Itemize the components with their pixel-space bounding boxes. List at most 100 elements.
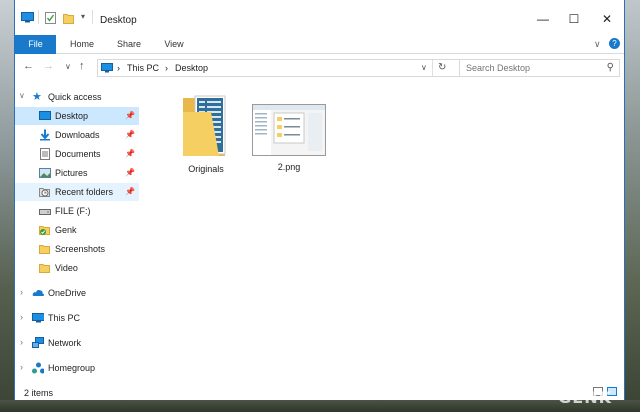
file-item-originals[interactable]: Originals <box>167 90 245 174</box>
separator <box>432 60 433 76</box>
tab-view[interactable]: View <box>156 35 192 54</box>
nav-label: Pictures <box>55 168 88 178</box>
pin-icon: 📌 <box>125 168 135 177</box>
minimize-button[interactable]: — <box>529 8 557 30</box>
download-icon <box>40 129 50 141</box>
recent-locations-chevron-icon[interactable]: ∨ <box>65 62 71 71</box>
nav-quick-access[interactable]: ∨ ★ Quick access <box>15 88 139 106</box>
help-icon[interactable]: ? <box>609 38 620 49</box>
nav-label: Downloads <box>55 130 100 140</box>
nav-label: FILE (F:) <box>55 206 91 216</box>
nav-label: Recent folders <box>55 187 114 197</box>
nav-label: Video <box>55 263 78 273</box>
desktop-icon <box>39 111 51 120</box>
this-pc-icon <box>101 63 113 73</box>
nav-label: This PC <box>48 313 81 323</box>
file-item-2-png[interactable]: 2.png <box>250 104 328 172</box>
pin-icon: 📌 <box>125 130 135 139</box>
nav-root-this-pc[interactable]: › This PC <box>15 309 139 327</box>
search-box[interactable]: ⚲ <box>459 59 620 77</box>
back-arrow-icon[interactable]: ← <box>23 60 34 72</box>
status-bar: 2 items <box>15 383 624 400</box>
address-row: ← → ∨ ↑ › This PC › Desktop ∨ ↻ ⚲ <box>15 54 624 80</box>
onedrive-icon <box>32 290 44 296</box>
drive-icon <box>39 209 51 215</box>
documents-icon <box>40 148 50 160</box>
up-arrow-icon[interactable]: ↑ <box>79 60 85 72</box>
file-list: Originals 2.png <box>140 82 624 382</box>
window-title: Desktop <box>100 15 137 26</box>
nav-item-file-drive[interactable]: FILE (F:) <box>15 202 139 220</box>
separator <box>38 10 39 24</box>
maximize-button[interactable]: ☐ <box>560 8 588 30</box>
pictures-icon <box>39 168 51 178</box>
image-thumbnail-icon <box>252 104 326 156</box>
folder-thumbnail-icon <box>183 95 226 156</box>
address-separator[interactable]: › <box>117 63 120 73</box>
pin-icon: 📌 <box>125 149 135 158</box>
desktop-background-bottom <box>0 400 640 412</box>
desktop-background-right <box>625 0 640 412</box>
watermark: GENK <box>558 388 612 407</box>
collapsed-chevron-icon[interactable]: › <box>20 287 23 297</box>
refresh-icon[interactable]: ↻ <box>438 62 446 73</box>
nav-label: Homegroup <box>48 363 96 373</box>
nav-item-genk[interactable]: Genk <box>15 221 139 239</box>
nav-item-recent-folders[interactable]: Recent folders 📌 <box>15 183 139 201</box>
nav-label: Genk <box>55 225 77 235</box>
nav-label: Screenshots <box>55 244 106 254</box>
network-icon <box>32 337 44 348</box>
desktop-background-left <box>0 0 14 412</box>
collapsed-chevron-icon[interactable]: › <box>20 362 23 372</box>
nav-label: Quick access <box>48 92 102 102</box>
nav-item-documents[interactable]: Documents 📌 <box>15 145 139 163</box>
collapsed-chevron-icon[interactable]: › <box>20 337 23 347</box>
customize-toolbar-icon[interactable]: ▾ <box>81 12 85 21</box>
nav-item-desktop[interactable]: Desktop 📌 <box>15 107 139 125</box>
nav-item-pictures[interactable]: Pictures 📌 <box>15 164 139 182</box>
title-bar: ▾ Desktop — ☐ ✕ <box>15 0 624 35</box>
address-segment-this-pc[interactable]: This PC <box>127 63 159 73</box>
address-dropdown-icon[interactable]: ∨ <box>421 63 427 72</box>
nav-root-homegroup[interactable]: › Homegroup <box>15 359 139 377</box>
computer-icon <box>21 12 34 23</box>
address-bar[interactable]: › This PC › Desktop ∨ ↻ <box>97 59 466 77</box>
this-pc-icon <box>32 313 44 323</box>
address-separator[interactable]: › <box>165 63 168 73</box>
address-segment-desktop[interactable]: Desktop <box>175 63 208 73</box>
nav-root-network[interactable]: › Network <box>15 334 139 352</box>
search-input[interactable] <box>466 62 596 74</box>
nav-root-onedrive[interactable]: › OneDrive <box>15 284 139 302</box>
nav-item-downloads[interactable]: Downloads 📌 <box>15 126 139 144</box>
nav-label: OneDrive <box>48 288 87 298</box>
nav-item-screenshots[interactable]: Screenshots <box>15 240 139 258</box>
pin-icon: 📌 <box>125 111 135 120</box>
folder-icon <box>39 245 50 254</box>
nav-label: Network <box>48 338 82 348</box>
forward-arrow-icon[interactable]: → <box>43 60 54 72</box>
recent-folders-icon <box>39 188 50 197</box>
pin-icon: 📌 <box>125 187 135 196</box>
separator <box>92 10 93 24</box>
close-button[interactable]: ✕ <box>593 8 621 30</box>
nav-label: Documents <box>55 149 101 159</box>
properties-icon[interactable] <box>45 12 56 24</box>
tab-home[interactable]: Home <box>63 35 101 54</box>
collapsed-chevron-icon[interactable]: › <box>20 312 23 322</box>
file-explorer-window: ▾ Desktop — ☐ ✕ File Home Share View ∨ ?… <box>14 0 625 400</box>
nav-item-video[interactable]: Video <box>15 259 139 277</box>
nav-label: Desktop <box>55 111 89 121</box>
tab-share[interactable]: Share <box>110 35 148 54</box>
item-count: 2 items <box>24 388 54 398</box>
folder-sync-icon <box>39 226 50 235</box>
new-folder-icon[interactable] <box>63 12 74 24</box>
homegroup-icon <box>32 362 44 374</box>
navigation-pane: ∨ ★ Quick access Desktop 📌 Downloads 📌 D… <box>15 82 139 382</box>
ribbon-tabs: File Home Share View ∨ ? <box>15 35 624 54</box>
file-name: 2.png <box>277 162 301 172</box>
file-name: Originals <box>188 164 224 174</box>
expanded-chevron-icon[interactable]: ∨ <box>19 91 25 100</box>
expand-ribbon-icon[interactable]: ∨ <box>594 39 601 50</box>
search-icon[interactable]: ⚲ <box>607 62 614 73</box>
tab-file[interactable]: File <box>15 35 56 54</box>
